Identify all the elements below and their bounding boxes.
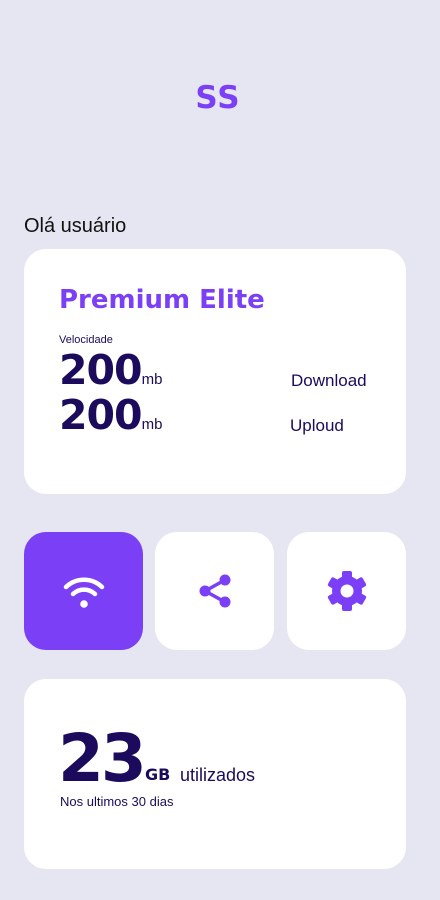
- settings-button[interactable]: [287, 532, 406, 650]
- usage-card: 23 GB utilizados Nos ultimos 30 dias: [24, 679, 406, 869]
- plan-card: Premium Elite Velocidade 200mb Download …: [24, 249, 406, 494]
- app-logo: SS: [195, 80, 241, 116]
- upload-speed: 200mb: [59, 391, 162, 439]
- usage-value: 23: [58, 720, 147, 797]
- wifi-icon: [63, 577, 104, 608]
- upload-label: Uploud: [290, 416, 344, 435]
- download-label: Download: [291, 371, 367, 390]
- download-speed-unit: mb: [141, 371, 163, 388]
- wifi-button[interactable]: [24, 532, 143, 650]
- speed-label: Velocidade: [59, 334, 113, 346]
- download-speed: 200mb: [59, 346, 162, 394]
- upload-speed-value: 200: [59, 391, 143, 439]
- plan-name: Premium Elite: [59, 285, 265, 315]
- download-speed-value: 200: [59, 346, 143, 394]
- share-icon: [199, 574, 230, 608]
- gear-icon: [327, 571, 366, 611]
- usage-unit: GB: [145, 765, 171, 784]
- upload-speed-unit: mb: [141, 416, 163, 433]
- usage-label: utilizados: [180, 765, 256, 785]
- usage-period: Nos ultimos 30 dias: [60, 794, 174, 809]
- greeting-text: Olá usuário: [24, 215, 127, 237]
- share-button[interactable]: [155, 532, 274, 650]
